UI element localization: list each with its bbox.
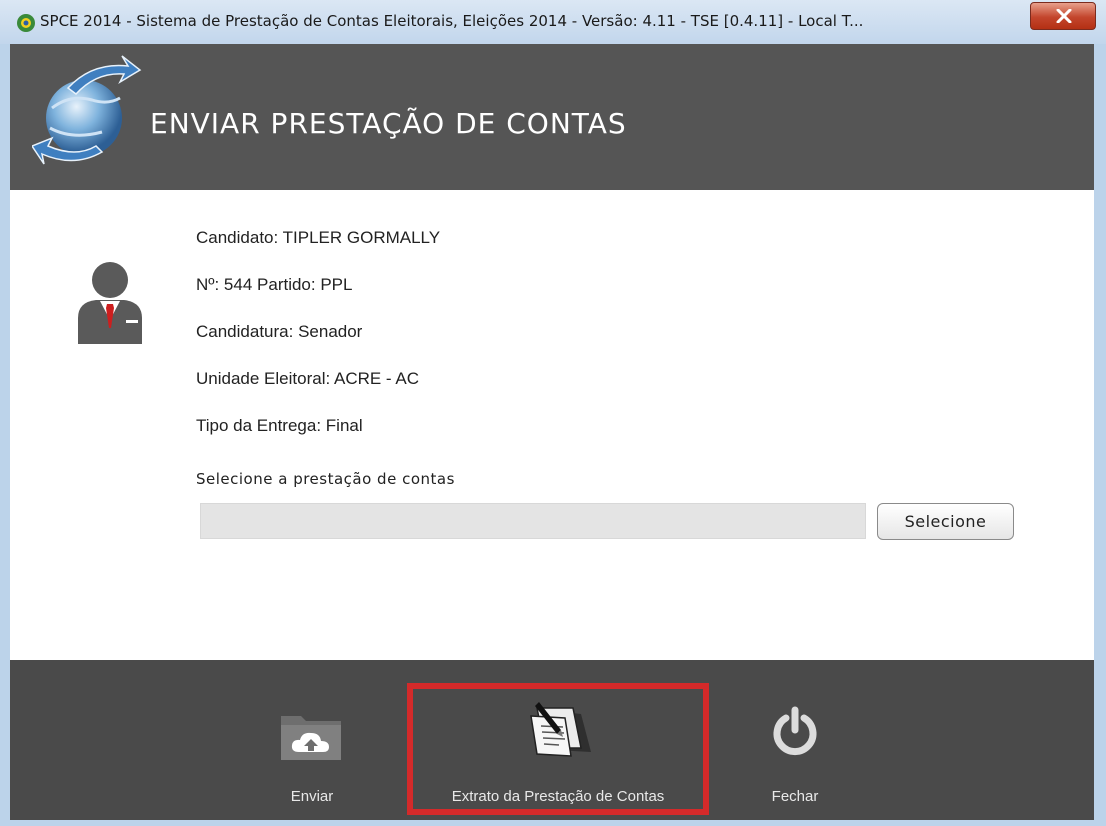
candidate-number-party: Nº: 544 Partido: PPL (196, 275, 353, 294)
enviar-label: Enviar (290, 788, 334, 805)
file-select-label: Selecione a prestação de contas (196, 470, 455, 488)
app-window: SPCE 2014 - Sistema de Prestação de Cont… (0, 0, 1106, 826)
delivery-type: Tipo da Entrega: Final (196, 416, 363, 435)
enviar-button[interactable]: Enviar (257, 660, 367, 820)
file-path-field[interactable] (200, 503, 866, 539)
title-bar[interactable]: SPCE 2014 - Sistema de Prestação de Cont… (0, 0, 1106, 44)
power-icon (773, 706, 817, 756)
window-title: SPCE 2014 - Sistema de Prestação de Cont… (40, 12, 864, 30)
candidate-office: Candidatura: Senador (196, 322, 363, 341)
main-content: Candidato: TIPLER GORMALLY Nº: 544 Parti… (10, 190, 1094, 660)
window-close-button[interactable] (1030, 2, 1096, 30)
candidate-name: Candidato: TIPLER GORMALLY (196, 228, 441, 247)
fechar-label: Fechar (771, 788, 819, 805)
globe-arrows-icon (32, 55, 142, 165)
close-icon (1056, 9, 1072, 23)
fechar-button[interactable]: Fechar (750, 660, 840, 820)
cloud-upload-folder-icon (281, 716, 341, 760)
electoral-unit: Unidade Eleitoral: ACRE - AC (196, 369, 419, 388)
page-title: ENVIAR PRESTAÇÃO DE CONTAS (150, 107, 627, 140)
action-bar: Enviar Extrato da Prestação de Contas Fe… (10, 660, 1094, 820)
highlight-box (407, 683, 709, 815)
spce-logo-icon (17, 14, 35, 32)
selecione-button[interactable]: Selecione (877, 503, 1014, 540)
person-icon (78, 262, 142, 344)
page-header: ENVIAR PRESTAÇÃO DE CONTAS (10, 44, 1094, 190)
